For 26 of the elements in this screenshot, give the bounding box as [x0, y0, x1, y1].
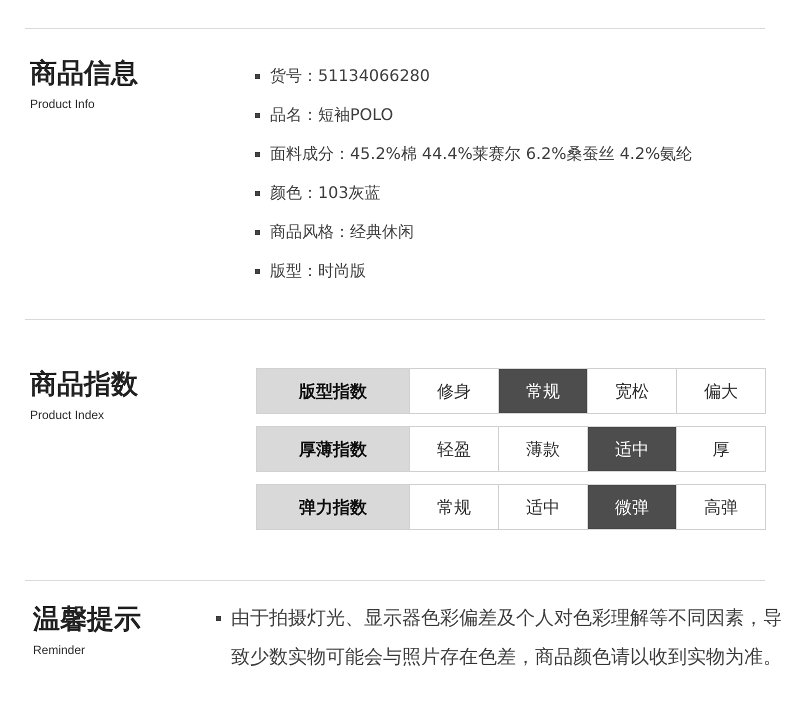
index-label: 弹力指数 [257, 485, 409, 529]
section-subtitle: Product Index [30, 408, 106, 422]
section-title: 温馨提示 [33, 603, 142, 637]
info-item: 品名：短袖POLO [270, 105, 394, 126]
info-item: 面料成分：45.2%棉 44.4%莱赛尔 6.2%桑蚕丝 4.2%氨纶 [270, 144, 692, 165]
index-option: 微弹 [587, 485, 676, 529]
section-subtitle: Product Info [30, 97, 96, 111]
bullet-icon [255, 74, 260, 79]
section-title: 商品信息 [30, 57, 139, 91]
section-subtitle: Reminder [33, 643, 86, 657]
bullet-icon [255, 269, 260, 274]
index-option: 常规 [498, 369, 587, 413]
bullet-icon [255, 191, 260, 196]
bullet-icon [255, 113, 260, 118]
index-label: 版型指数 [257, 369, 409, 413]
index-label: 厚薄指数 [257, 427, 409, 471]
section-title: 商品指数 [30, 368, 139, 402]
info-item: 商品风格：经典休闲 [270, 222, 414, 243]
bullet-icon [216, 616, 221, 621]
info-item: 版型：时尚版 [270, 261, 366, 282]
info-item: 货号：51134066280 [270, 66, 430, 87]
bullet-icon [255, 230, 260, 235]
index-option: 适中 [587, 427, 676, 471]
reminder-text: 由于拍摄灯光、显示器色彩偏差及个人对色彩理解等不同因素，导致少数实物可能会与照片存在色差，商品颜色请以收到实物为准。 [231, 606, 783, 670]
bullet-icon [255, 152, 260, 157]
info-item: 颜色：103灰蓝 [270, 183, 381, 204]
